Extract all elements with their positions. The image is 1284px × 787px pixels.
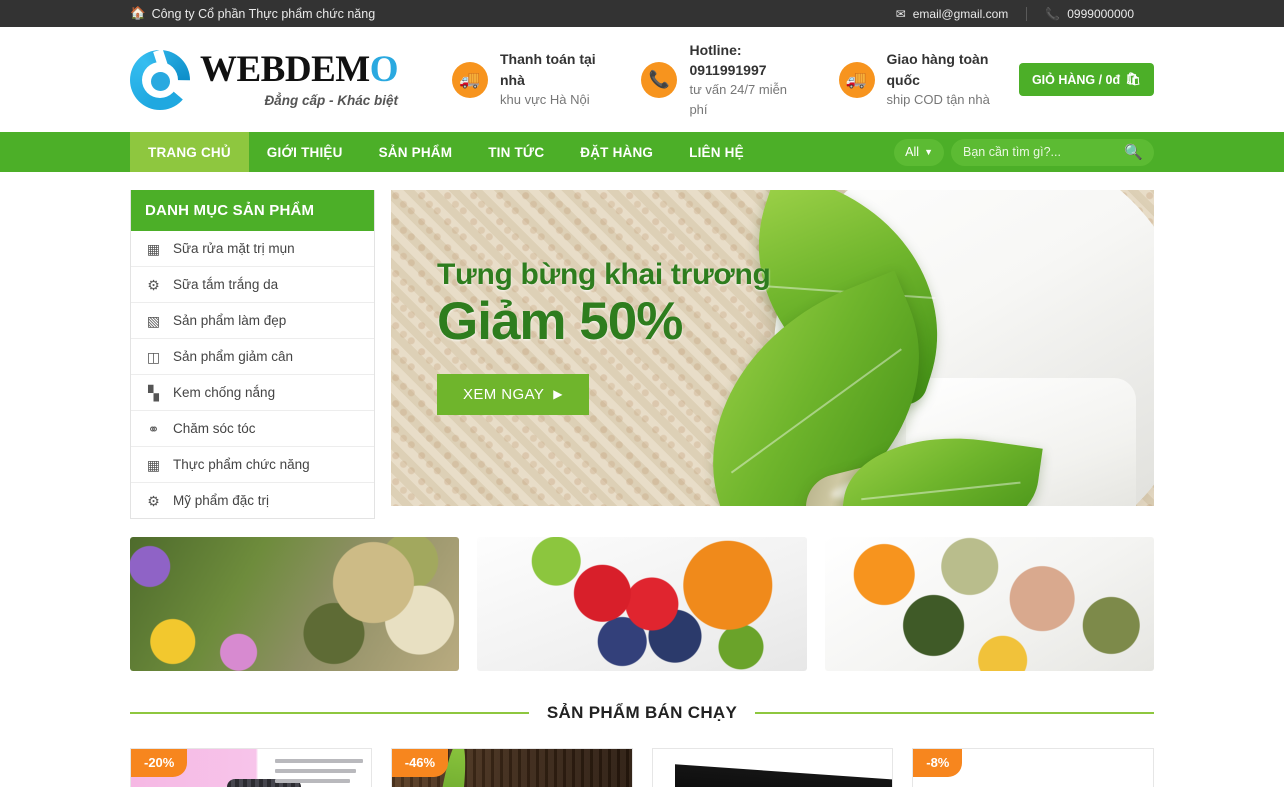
- hero-cta-button[interactable]: XEM NGAY ▶: [437, 373, 589, 415]
- divider: [130, 712, 529, 714]
- sidebar-item-sua-tam[interactable]: ⚙ Sữa tắm trắng da: [131, 267, 374, 303]
- sidebar-item-chong-nang[interactable]: ▚ Kem chống nắng: [131, 375, 374, 411]
- hero-text-block: Tưng bừng khai trương Giảm 50% XEM NGAY …: [437, 258, 771, 415]
- search-category-select[interactable]: All ▼: [894, 138, 944, 166]
- sunscreen-bottles-icon: ▚: [148, 384, 159, 401]
- phone-icon: 📞: [1045, 6, 1061, 21]
- chevron-down-icon: ▼: [924, 147, 933, 157]
- envelope-icon: ✉: [895, 6, 906, 21]
- sidebar-item-cham-soc-toc[interactable]: ⚭ Chăm sóc tóc: [131, 411, 374, 447]
- category-sidebar: DANH MỤC SẢN PHẨM ▦ Sữa rửa mặt trị mụn …: [130, 190, 375, 519]
- section-title-text: SẢN PHẨM BÁN CHẠY: [546, 703, 738, 722]
- sidebar-item-label: Sữa rửa mặt trị mụn: [173, 241, 295, 256]
- product-card-row: -20% -46% -8%: [130, 748, 1154, 787]
- service-title: Hotline: 0911991997: [689, 41, 767, 78]
- sidebar-item-thuc-pham-chuc-nang[interactable]: ▦ Thực phẩm chức năng: [131, 447, 374, 483]
- product-card-1[interactable]: -20%: [130, 748, 372, 787]
- hero-row: DANH MỤC SẢN PHẨM ▦ Sữa rửa mặt trị mụn …: [130, 190, 1154, 519]
- logo-slogan: Đẳng cấp - Khác biệt: [264, 93, 398, 108]
- home-icon: 🏠: [130, 6, 146, 21]
- cosmetics-icon: ▧: [146, 312, 161, 329]
- nav-item-san-pham[interactable]: SẢN PHẨM: [361, 132, 471, 172]
- header-services: 🚚 Thanh toán tại nhà khu vực Hà Nội 📞 Ho…: [452, 40, 1155, 120]
- treatment-cosmetic-icon: ⚙: [147, 492, 160, 509]
- play-triangle-icon: ▶: [553, 387, 563, 402]
- email-text: email@gmail.com: [912, 6, 1009, 21]
- service-nationwide-delivery: 🚚 Giao hàng toàn quốc ship COD tận nhà: [838, 49, 1003, 109]
- promo-banner-row: [130, 537, 1154, 671]
- service-subtitle: ship COD tận nhà: [886, 92, 990, 108]
- phone-link[interactable]: 📞 0999000000: [1027, 7, 1152, 21]
- main-content: DANH MỤC SẢN PHẨM ▦ Sữa rửa mặt trị mụn …: [0, 172, 1284, 787]
- phone-icon: 📞: [641, 61, 678, 98]
- sidebar-item-label: Mỹ phẩm đặc trị: [173, 493, 270, 508]
- top-bar-contacts: ✉ email@gmail.com 📞 0999000000: [878, 6, 1152, 21]
- nav-item-list: TRANG CHỦ GIỚI THIỆU SẢN PHẨM TIN TỨC ĐẶ…: [130, 132, 762, 172]
- weight-scale-icon: ◫: [146, 348, 161, 365]
- nav-item-trang-chu[interactable]: TRANG CHỦ: [130, 132, 249, 172]
- nav-item-tin-tuc[interactable]: TIN TỨC: [470, 132, 562, 172]
- supplement-tube-icon: ▦: [146, 456, 161, 473]
- search-box: 🔍: [951, 138, 1154, 166]
- nav-item-gioi-thieu[interactable]: GIỚI THIỆU: [249, 132, 361, 172]
- company-name: Công ty Cổ phần Thực phẩm chức năng: [151, 6, 376, 21]
- hair-care-icon: ⚭: [147, 420, 160, 437]
- sidebar-item-label: Sản phẩm giảm cân: [173, 349, 294, 364]
- main-navigation: TRANG CHỦ GIỚI THIỆU SẢN PHẨM TIN TỨC ĐẶ…: [0, 132, 1284, 172]
- sidebar-item-sua-rua-mat[interactable]: ▦ Sữa rửa mặt trị mụn: [131, 231, 374, 267]
- hero-headline-1: Tưng bừng khai trương: [437, 258, 771, 291]
- promo-spoons-supplements[interactable]: [824, 537, 1154, 671]
- shopping-bag-icon: 🛍: [1125, 72, 1142, 86]
- sidebar-item-my-pham-dac-tri[interactable]: ⚙ Mỹ phẩm đặc trị: [131, 483, 374, 518]
- truck-icon: 🚚: [452, 61, 488, 98]
- truck-icon: 🚚: [838, 61, 875, 98]
- search-icon[interactable]: 🔍: [1124, 145, 1143, 160]
- company-name-block: 🏠 Công ty Cổ phần Thực phẩm chức năng: [130, 7, 375, 21]
- search-area: All ▼ 🔍: [894, 132, 1154, 172]
- sidebar-item-lam-dep[interactable]: ▧ Sản phẩm làm đẹp: [131, 303, 374, 339]
- nav-item-lien-he[interactable]: LIÊN HỆ: [671, 132, 762, 172]
- site-logo[interactable]: WEBDEMO Đẳng cấp - Khác biệt: [130, 48, 430, 110]
- service-payment-at-home: 🚚 Thanh toán tại nhà khu vực Hà Nội: [452, 49, 603, 109]
- cleanser-tube-icon: ▦: [146, 240, 161, 257]
- promo-fruit-stethoscope[interactable]: [477, 537, 807, 671]
- hero-cta-label: XEM NGAY: [463, 385, 545, 403]
- discount-badge: -20%: [131, 749, 188, 777]
- sidebar-item-giam-can[interactable]: ◫ Sản phẩm giảm cân: [131, 339, 374, 375]
- sidebar-item-label: Thực phẩm chức năng: [173, 457, 310, 472]
- sidebar-item-label: Sản phẩm làm đẹp: [173, 313, 287, 328]
- best-sellers-heading: SẢN PHẨM BÁN CHẠY: [130, 703, 1154, 723]
- service-subtitle: khu vực Hà Nội: [500, 92, 590, 108]
- product-card-2[interactable]: -46%: [390, 748, 633, 787]
- category-sidebar-title: DANH MỤC SẢN PHẨM: [131, 190, 374, 231]
- cart-label: GIỎ HÀNG / 0đ: [1031, 72, 1121, 87]
- product-card-4[interactable]: -8%: [912, 748, 1154, 787]
- hero-headline-2: Giảm 50%: [437, 292, 683, 351]
- service-title: Giao hàng toàn quốc: [886, 51, 989, 88]
- product-card-3[interactable]: [651, 748, 894, 787]
- cart-button[interactable]: GIỎ HÀNG / 0đ 🛍: [1018, 63, 1155, 96]
- discount-badge: -46%: [391, 749, 449, 777]
- logo-swirl-icon: [130, 48, 190, 110]
- site-header: WEBDEMO Đẳng cấp - Khác biệt 🚚 Thanh toá…: [0, 27, 1284, 132]
- sidebar-item-label: Kem chống nắng: [173, 385, 276, 400]
- service-hotline: 📞 Hotline: 0911991997 tư vấn 24/7 miễn p…: [641, 40, 800, 120]
- discount-badge: -8%: [913, 749, 963, 777]
- promo-herbal-capsules[interactable]: [130, 537, 460, 671]
- search-input[interactable]: [963, 145, 1124, 159]
- search-category-label: All: [905, 145, 920, 159]
- nav-item-dat-hang[interactable]: ĐẶT HÀNG: [562, 132, 671, 172]
- service-title: Thanh toán tại nhà: [500, 51, 596, 88]
- top-bar: 🏠 Công ty Cổ phần Thực phẩm chức năng ✉ …: [0, 0, 1284, 27]
- sidebar-item-label: Sữa tắm trắng da: [173, 277, 279, 292]
- email-link[interactable]: ✉ email@gmail.com: [878, 7, 1027, 21]
- product-image: [652, 749, 893, 787]
- service-subtitle: tư vấn 24/7 miễn phí: [689, 82, 788, 117]
- sidebar-item-label: Chăm sóc tóc: [173, 421, 256, 436]
- divider: [755, 712, 1154, 714]
- logo-wordmark: WEBDEMO: [200, 49, 398, 90]
- shower-gel-icon: ⚙: [147, 276, 160, 293]
- hero-banner[interactable]: Tưng bừng khai trương Giảm 50% XEM NGAY …: [391, 190, 1154, 506]
- phone-text: 0999000000: [1067, 6, 1134, 21]
